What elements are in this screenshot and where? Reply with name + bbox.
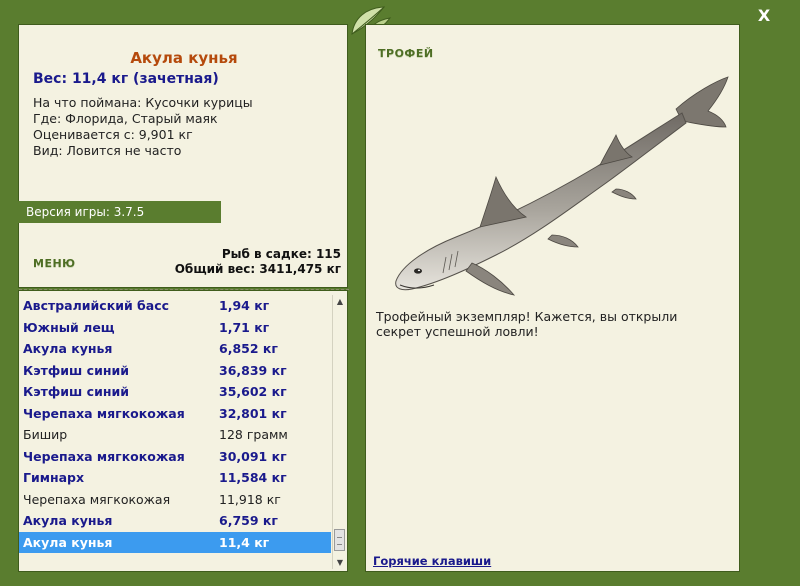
scroll-thumb[interactable] [334,529,345,551]
list-item-name: Акула кунья [23,513,113,528]
bait-info: На что поймана: Кусочки курицы [33,95,253,110]
list-item[interactable]: Акула кунья 6,759 кг [19,510,331,532]
location-info: Где: Флорида, Старый маяк [33,111,218,126]
list-item-name: Черепаха мягкокожая [23,491,171,507]
list-item-weight: 6,852 кг [219,341,278,356]
fish-name: Акула кунья [130,49,238,67]
list-item-name: Австралийский басс [23,298,170,313]
total-weight: Общий вес: 3411,475 кг [174,262,341,276]
close-button[interactable]: X [755,6,773,26]
list-item-weight: 6,759 кг [219,513,278,528]
divider [19,289,349,290]
list-item-weight: 32,801 кг [219,405,287,421]
menu-button[interactable]: МЕНЮ [33,257,76,270]
rating-info: Оценивается с: 9,901 кг [33,127,193,142]
list-item-weight: 11,918 кг [219,491,281,507]
list-item[interactable]: Черепаха мягкокожая 30,091 кг [19,446,331,468]
list-item-weight: 11,4 кг [219,534,270,550]
list-item[interactable]: Черепаха мягкокожая 32,801 кг [19,403,331,425]
list-item-weight: 36,839 кг [219,362,287,378]
list-item-name: Кэтфиш синий [23,362,129,378]
list-item-selected[interactable]: Акула кунья 11,4 кг [19,531,331,553]
list-scrollbar[interactable]: ▲ ▼ [332,295,347,569]
list-item-name: Южный лещ [23,319,115,335]
list-item-weight: 30,091 кг [219,448,287,464]
list-item-name: Кэтфиш синий [23,384,129,399]
list-item-weight: 1,71 кг [219,319,270,335]
list-item[interactable]: Кэтфиш синий 36,839 кг [19,360,331,382]
list-item-name: Бишир [23,427,68,442]
list-item-name: Черепаха мягкокожая [23,448,185,464]
trophy-panel: ТРОФЕЙ Трофейный экземпляр! Кажется, вы … [365,24,740,572]
kind-info: Вид: Ловится не часто [33,143,182,158]
shark-image [395,76,729,296]
catch-list-panel: Австралийский басс 1,94 кг Южный лещ 1,71 к… [18,289,349,572]
list-item-weight: 1,94 кг [219,298,270,313]
list-item-weight: 128 грамм [219,427,288,442]
list-item[interactable]: Гимнарх 11,584 кг [19,467,331,489]
catch-list: Австралийский басс 1,94 кг Южный лещ 1,71 к… [19,295,331,553]
list-item-name: Акула кунья [23,534,113,550]
scroll-up-icon[interactable]: ▲ [333,295,347,308]
list-item-name: Акула кунья [23,341,113,356]
list-item[interactable]: Австралийский басс 1,94 кг [19,295,331,317]
list-item-weight: 35,602 кг [219,384,287,399]
fish-weight: Вес: 11,4 кг (зачетная) [33,71,219,87]
game-version: Версия игры: 3.7.5 [18,201,221,223]
hotkeys-link[interactable]: Горячие клавиши [373,554,491,568]
list-item[interactable]: Акула кунья 6,852 кг [19,338,331,360]
list-item-name: Черепаха мягкокожая [23,405,185,421]
list-item[interactable]: Кэтфиш синий 35,602 кг [19,381,331,403]
list-item[interactable]: Черепаха мягкокожая 11,918 кг [19,489,331,511]
fish-details-panel: Акула кунья Вес: 11,4 кг (зачетная) На ч… [18,24,348,288]
list-item[interactable]: Бишир 128 грамм [19,424,331,446]
list-item[interactable]: Южный лещ 1,71 кг [19,317,331,339]
list-item-weight: 11,584 кг [219,470,287,485]
list-item-name: Гимнарх [23,470,85,485]
trophy-message: Трофейный экземпляр! Кажется, вы открыли… [376,309,678,339]
fish-count: Рыб в садке: 115 [221,247,341,261]
scroll-down-icon[interactable]: ▼ [333,556,347,569]
